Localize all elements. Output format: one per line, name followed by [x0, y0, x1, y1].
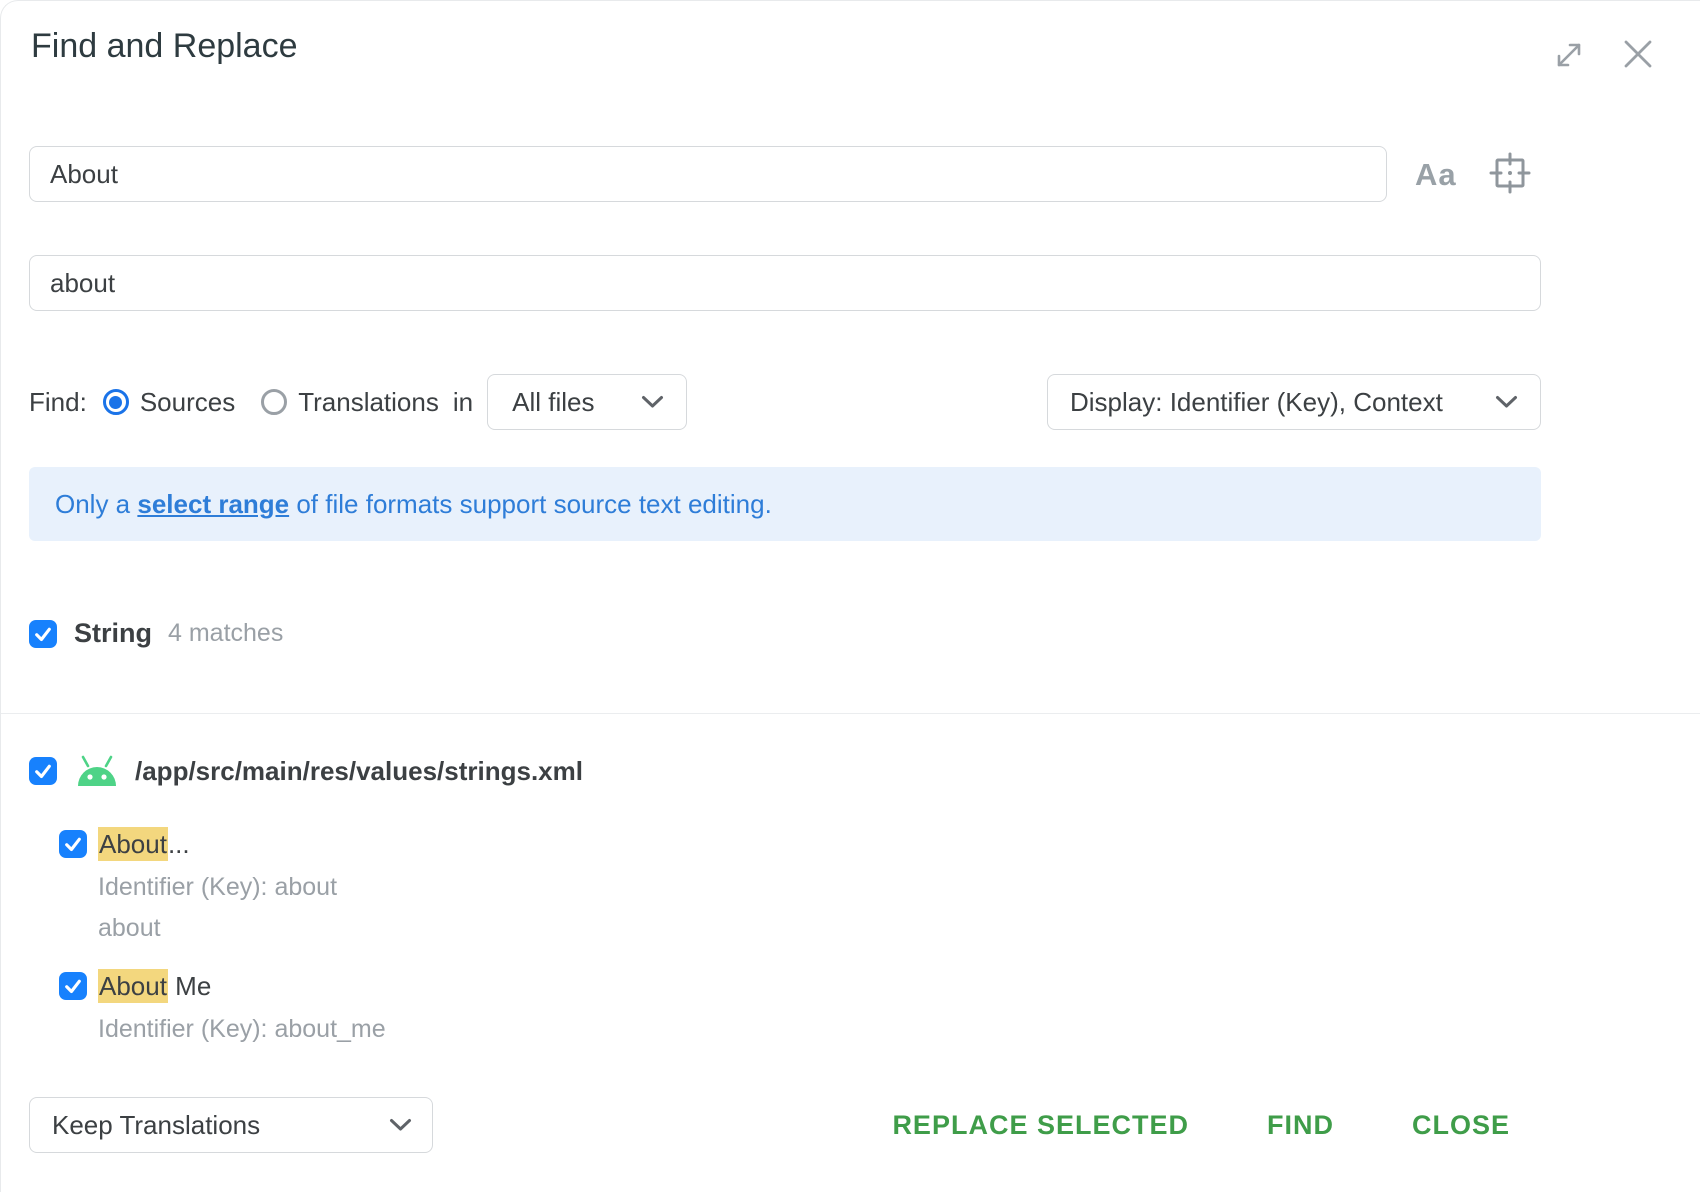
info-banner: Only a select range of file formats supp…	[29, 467, 1541, 541]
chevron-down-icon	[389, 1118, 412, 1132]
highlighted-term: About	[98, 969, 168, 1003]
match-checkbox[interactable]	[59, 830, 87, 858]
radio-icon	[261, 389, 287, 415]
string-group-row: String 4 matches	[29, 618, 283, 649]
replace-input[interactable]	[29, 255, 1541, 311]
display-select[interactable]: Display: Identifier (Key), Context	[1047, 374, 1541, 430]
close-icon[interactable]	[1617, 33, 1659, 75]
file-scope-value: All files	[512, 387, 594, 418]
android-icon	[76, 753, 118, 789]
file-path: /app/src/main/res/values/strings.xml	[135, 756, 583, 787]
radio-translations[interactable]: Translations	[261, 387, 439, 418]
expand-icon[interactable]	[1549, 35, 1589, 75]
notice-suffix: of file formats support source text edit…	[289, 489, 772, 519]
highlighted-term: About	[98, 827, 168, 861]
find-label: Find:	[29, 387, 87, 418]
dialog-title: Find and Replace	[31, 27, 298, 66]
file-row: /app/src/main/res/values/strings.xml	[29, 753, 583, 789]
string-group-checkbox[interactable]	[29, 620, 57, 648]
notice-prefix: Only a	[55, 489, 137, 519]
radio-translations-label: Translations	[298, 387, 439, 418]
radio-sources[interactable]: Sources	[103, 387, 235, 418]
check-icon	[62, 833, 84, 855]
find-options-row: Find: Sources Translations in All files	[29, 374, 687, 430]
match-case-icon[interactable]: Aa	[1415, 157, 1457, 193]
replace-selected-button[interactable]: REPLACE SELECTED	[892, 1110, 1189, 1141]
footer-actions: REPLACE SELECTED FIND CLOSE	[892, 1097, 1510, 1153]
match-count: 4 matches	[168, 619, 283, 648]
match-row: About... Identifier (Key): about about	[59, 829, 337, 942]
radio-icon	[103, 389, 129, 415]
select-range-link[interactable]: select range	[137, 489, 289, 519]
radio-sources-label: Sources	[140, 387, 235, 418]
chevron-down-icon	[1495, 395, 1518, 409]
find-button[interactable]: FIND	[1267, 1110, 1334, 1141]
match-row: About Me Identifier (Key): about_me	[59, 971, 386, 1043]
display-select-value: Display: Identifier (Key), Context	[1070, 387, 1443, 418]
match-text[interactable]: About...	[98, 829, 337, 860]
file-checkbox[interactable]	[29, 757, 57, 785]
translations-action-value: Keep Translations	[52, 1110, 260, 1141]
group-label: String	[74, 618, 152, 649]
selection-frame-icon[interactable]	[1487, 150, 1533, 196]
divider	[1, 713, 1700, 714]
match-text[interactable]: About Me	[98, 971, 386, 1002]
in-label: in	[453, 387, 473, 418]
match-identifier: Identifier (Key): about_me	[98, 1015, 386, 1043]
match-identifier: Identifier (Key): about	[98, 873, 337, 901]
match-text-rest: Me	[168, 971, 211, 1001]
find-replace-dialog: Find and Replace Aa Find: Sources	[0, 0, 1700, 1192]
match-key: about	[98, 914, 337, 942]
check-icon	[32, 623, 54, 645]
chevron-down-icon	[641, 395, 664, 409]
check-icon	[32, 760, 54, 782]
close-button[interactable]: CLOSE	[1412, 1110, 1510, 1141]
translations-action-select[interactable]: Keep Translations	[29, 1097, 433, 1153]
check-icon	[62, 975, 84, 997]
search-input[interactable]	[29, 146, 1387, 202]
match-text-rest: ...	[168, 829, 190, 859]
file-scope-select[interactable]: All files	[487, 374, 687, 430]
match-checkbox[interactable]	[59, 972, 87, 1000]
